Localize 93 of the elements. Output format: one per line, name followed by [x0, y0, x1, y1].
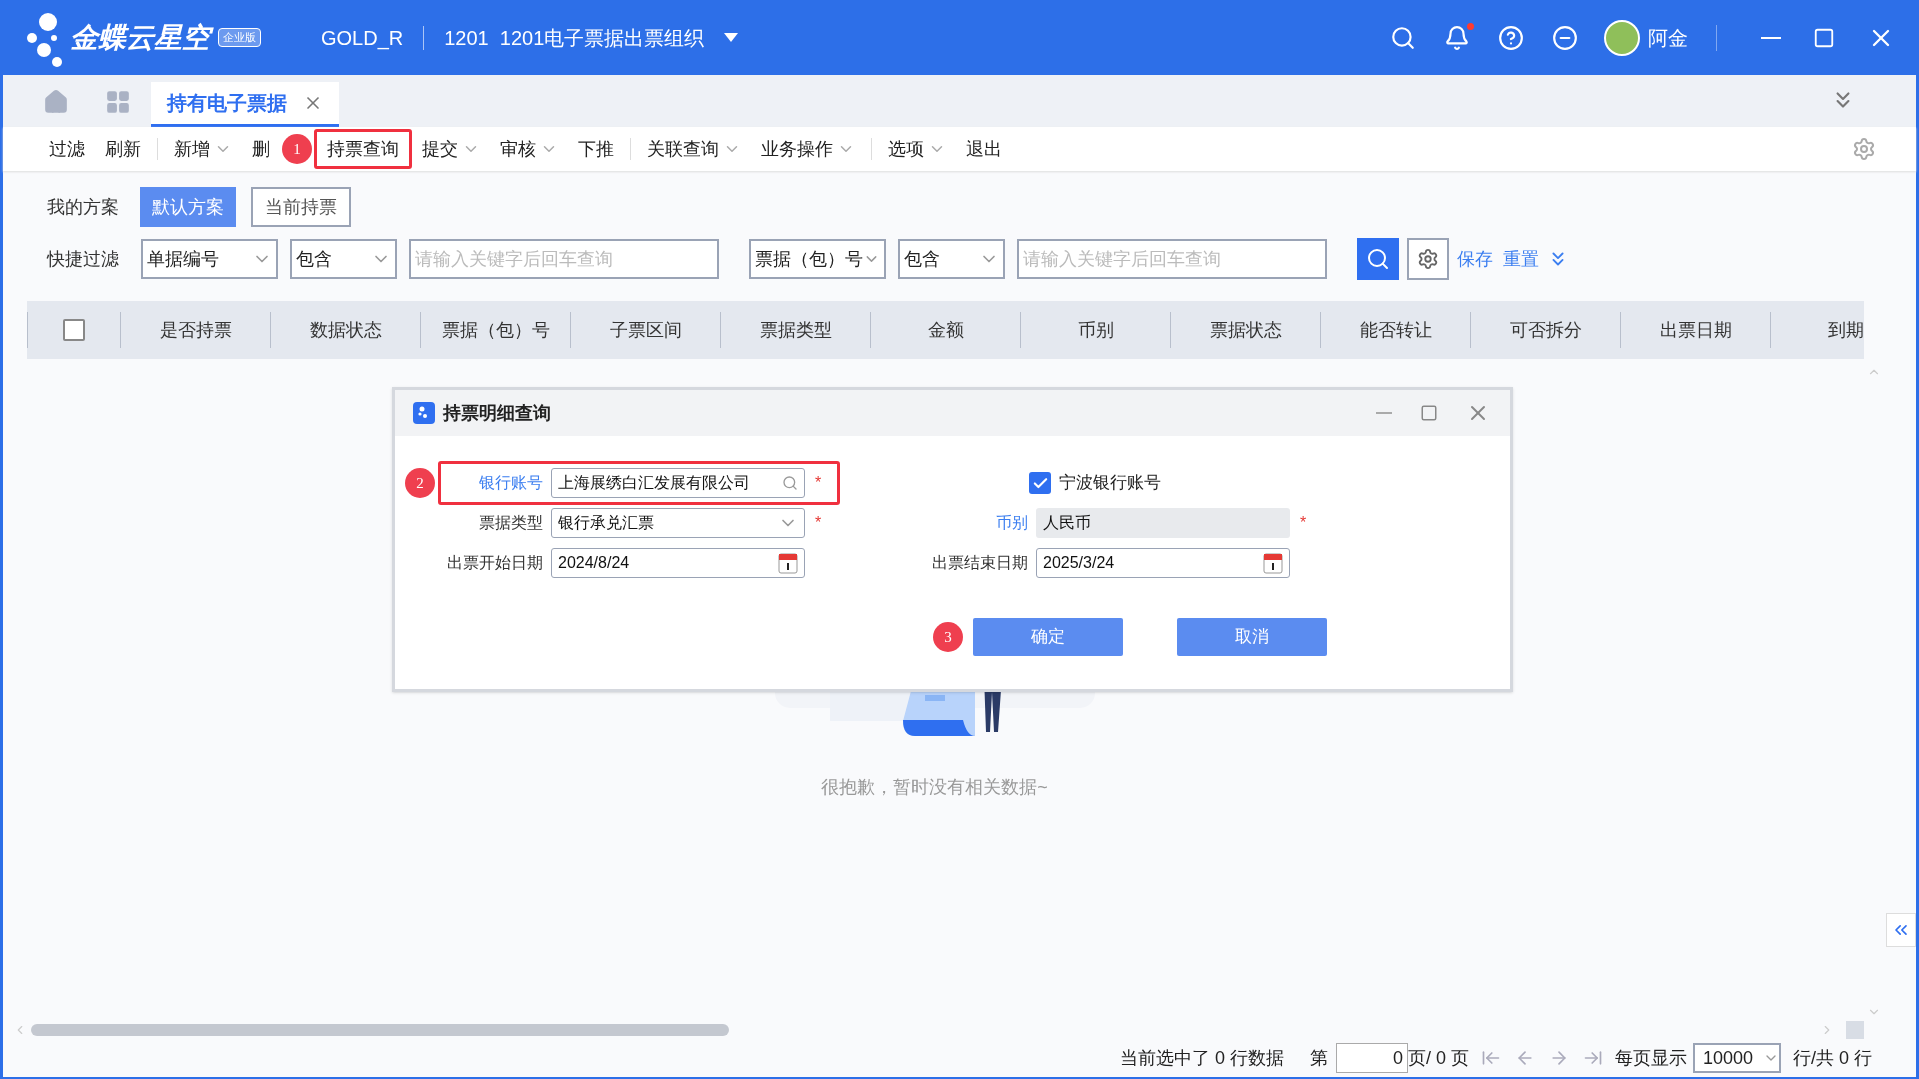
toolbar-button[interactable]: 审核 — [490, 129, 568, 169]
page-total: 页/ 0 页 — [1407, 1046, 1469, 1070]
column-header[interactable]: 子票区间 — [609, 316, 682, 344]
dropdown-field[interactable]: 银行承兑汇票 — [551, 508, 805, 538]
column-header[interactable]: 可否拆分 — [1509, 316, 1582, 344]
required-mark: * — [815, 513, 822, 533]
grid-icon[interactable] — [105, 89, 131, 115]
field-label: 出票开始日期 — [446, 553, 544, 573]
dropdown-field[interactable]: 包含 — [290, 239, 397, 279]
column-header[interactable]: 票据状态 — [1209, 316, 1282, 344]
help-icon[interactable] — [1498, 24, 1524, 51]
empty-state-message: 很抱歉，暂时没有相关数据~ — [821, 776, 1048, 799]
gear-icon[interactable] — [1417, 248, 1439, 270]
column-header[interactable]: 出票日期 — [1659, 316, 1732, 344]
required-mark: * — [1300, 513, 1307, 533]
input-field[interactable]: 人民币 — [1036, 508, 1290, 538]
filter-settings-button[interactable] — [1407, 238, 1449, 280]
toolbar-button[interactable]: 关联查询 — [637, 129, 751, 169]
search-field[interactable]: 请输入关键字后回车查询 — [1017, 239, 1327, 279]
page-prefix: 第 — [1309, 1046, 1328, 1070]
toolbar-button[interactable]: 下推 — [568, 129, 624, 169]
scrollbar-corner — [1846, 1021, 1864, 1039]
bell-icon[interactable] — [1444, 24, 1470, 51]
reset-link[interactable]: 重置 — [1503, 245, 1539, 273]
dropdown-triangle-icon[interactable] — [724, 33, 739, 42]
column-header[interactable]: 能否转让 — [1359, 316, 1432, 344]
per-page-dropdown[interactable]: 10000 — [1693, 1043, 1781, 1073]
home-icon[interactable] — [43, 89, 69, 115]
toolbar-button[interactable]: 持票查询 — [314, 129, 412, 169]
field-label: 银行账号 — [478, 473, 544, 493]
toolbar-button[interactable]: 刷新 — [95, 129, 151, 169]
dropdown-field[interactable]: 包含 — [898, 239, 1005, 279]
checkbox-label: 宁波银行账号 — [1059, 472, 1161, 495]
field-label: 币别 — [995, 513, 1029, 533]
column-header[interactable]: 数据状态 — [309, 316, 382, 344]
scheme-label: 我的方案 — [47, 195, 119, 219]
search-field[interactable]: 请输入关键字后回车查询 — [409, 239, 719, 279]
column-header[interactable]: 是否持票 — [159, 316, 232, 344]
collapse-panel-button[interactable] — [1886, 913, 1916, 947]
save-link[interactable]: 保存 — [1457, 245, 1493, 273]
organization-name[interactable]: 1201 1201电子票据出票组织 — [444, 22, 705, 53]
field-label: 票据类型 — [478, 513, 544, 533]
first-page-icon[interactable] — [1481, 1048, 1501, 1068]
settings-icon[interactable] — [1852, 137, 1876, 161]
input-field[interactable]: 上海展绣白汇发展有限公司 — [551, 468, 805, 498]
step-number-badge: 3 — [933, 622, 963, 652]
toolbar-button[interactable]: 过滤 — [39, 129, 95, 169]
calendar-icon[interactable] — [1263, 552, 1283, 574]
dialog-app-icon — [413, 402, 435, 424]
scheme-button[interactable]: 当前持票 — [251, 187, 351, 227]
required-mark: * — [815, 473, 822, 493]
minus-circle-icon[interactable] — [1552, 24, 1578, 51]
last-page-icon[interactable] — [1583, 1048, 1603, 1068]
user-name[interactable]: 阿金 — [1648, 22, 1688, 53]
maximize-icon[interactable] — [1420, 404, 1438, 422]
selection-count: 当前选中了 0 行数据 — [1119, 1046, 1284, 1070]
toolbar-button[interactable]: 新增 — [164, 129, 242, 169]
user-avatar[interactable] — [1604, 19, 1640, 56]
total-rows: 行/共 0 行 — [1793, 1044, 1872, 1072]
data-center-name[interactable]: GOLD_R — [321, 22, 404, 53]
search-icon[interactable] — [1366, 247, 1390, 271]
per-page-label: 每页显示 — [1615, 1046, 1687, 1070]
maximize-icon[interactable] — [1813, 26, 1835, 49]
column-header[interactable]: 票据类型 — [759, 316, 832, 344]
page-number-field[interactable]: 0 — [1335, 1043, 1408, 1073]
dialog-title: 持票明细查询 — [443, 401, 551, 425]
step-number-badge: 1 — [282, 134, 312, 164]
minimize-icon[interactable] — [1761, 36, 1781, 39]
step-number-badge: 2 — [405, 468, 435, 498]
column-header[interactable]: 金额 — [927, 316, 964, 344]
horizontal-scrollbar[interactable] — [31, 1024, 729, 1036]
toolbar-button[interactable]: 业务操作 — [751, 129, 865, 169]
date-field[interactable]: 2025/3/24 — [1036, 548, 1290, 578]
toolbar-button[interactable]: 提交 — [412, 129, 490, 169]
quick-filter-label: 快捷过滤 — [47, 247, 119, 271]
column-header[interactable]: 到期 — [1827, 316, 1864, 344]
dropdown-field[interactable]: 单据编号 — [141, 239, 278, 279]
column-header[interactable]: 票据（包）号 — [441, 316, 550, 344]
calendar-icon[interactable] — [778, 552, 798, 574]
search-button[interactable] — [1357, 238, 1399, 280]
checkbox[interactable] — [1029, 472, 1051, 494]
dropdown-field[interactable]: 票据（包）号 — [749, 239, 886, 279]
toolbar-button[interactable]: 退出 — [956, 129, 1012, 169]
tab[interactable]: 持有电子票据 — [151, 82, 339, 127]
field-label: 出票结束日期 — [931, 553, 1029, 573]
edition-badge: 企业版 — [218, 28, 261, 47]
search-icon[interactable] — [782, 475, 798, 491]
select-all-checkbox[interactable] — [63, 319, 85, 341]
toolbar-button[interactable]: 删 — [242, 129, 280, 169]
column-header[interactable]: 币别 — [1077, 316, 1114, 344]
date-field[interactable]: 2024/8/24 — [551, 548, 805, 578]
toolbar-button[interactable]: 选项 — [878, 129, 956, 169]
search-icon[interactable] — [1390, 24, 1416, 51]
